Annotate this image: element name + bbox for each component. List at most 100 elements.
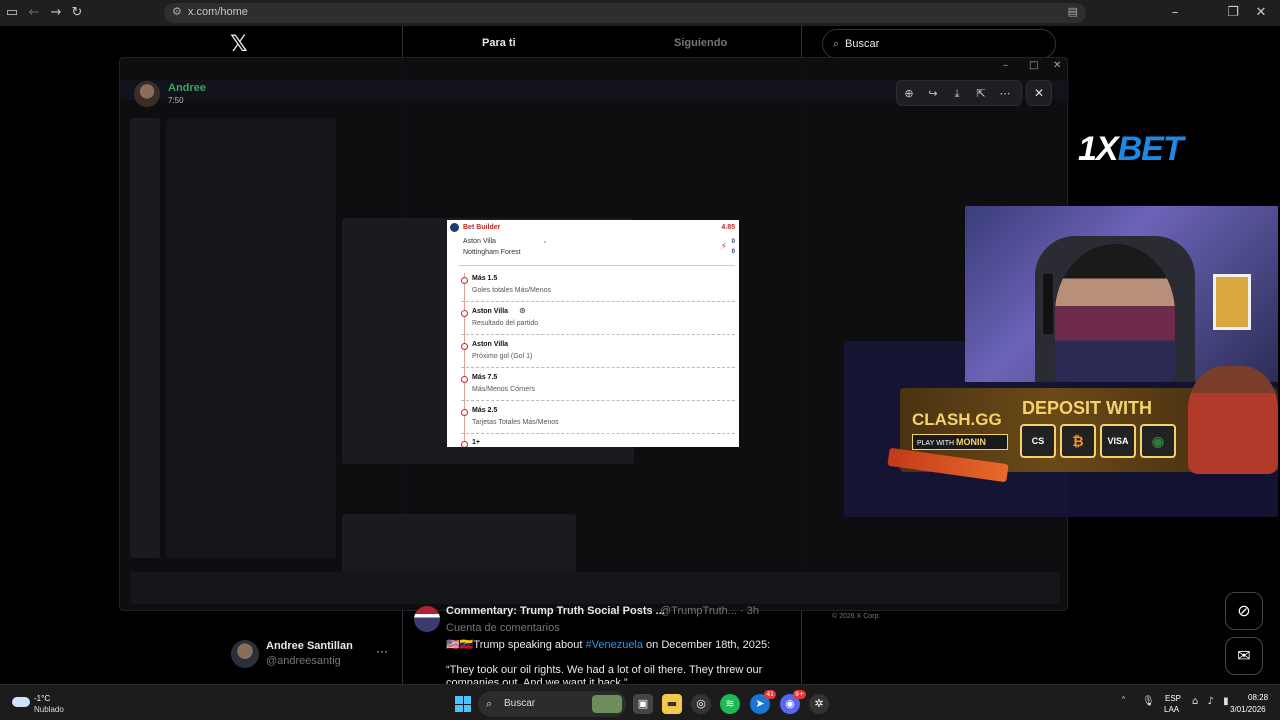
bet-title: Bet Builder [463,224,501,231]
selection-pick: Aston Villa [472,341,509,348]
viewer-maximize-icon[interactable]: □ [1029,60,1038,71]
reload-icon[interactable]: ↻ [68,4,86,22]
selection-pick: Más 1.5 [472,275,498,282]
forward-icon[interactable]: → [47,4,65,22]
taskbar-search-label: Buscar [504,698,536,709]
chevron-up-icon: ˄ [543,241,547,249]
share-icon[interactable]: ↪ [925,86,941,102]
close-icon[interactable]: ✕ [1026,80,1052,106]
zoom-icon[interactable]: ⊕ [901,86,917,102]
selection-pick: Más 2.5 [472,407,498,414]
bet-selection: Más 7.5 Más/Menos Córners [461,369,735,401]
clock-time[interactable]: 08:28 [1248,693,1268,702]
deposit-heading: DEPOSIT WITH [1022,398,1152,418]
webcam-feed [965,206,1278,382]
copyright: © 2026 X Corp. [832,613,881,620]
back-icon[interactable]: ← [25,4,43,22]
grok-icon[interactable]: ⊘ [1225,592,1263,630]
play-with-badge: PLAY WITH MONIN [912,434,1008,450]
selection-pick: Aston Villa [472,308,509,315]
cs-payment-icon: CS [1020,424,1056,458]
site-info-icon[interactable]: ⚙ [172,5,182,18]
bet-selection: 1+ [461,434,735,447]
post-text-suffix: on December 18th, 2025: [643,639,771,651]
post-text-prefix: 🇺🇸🇻🇪Trump speaking about [446,639,586,651]
selection-market: Resultado del partido [472,320,539,327]
xbet-prefix: 1X [1078,130,1119,168]
mail-icon[interactable]: ✉ [1225,637,1263,675]
avatar[interactable] [134,81,160,107]
visa-icon: VISA [1100,424,1136,458]
task-view-icon[interactable]: ▣ [633,694,653,714]
weather-temp[interactable]: -1°C [34,694,50,703]
close-window-icon[interactable]: ✕ [1252,4,1270,22]
bitcoin-icon: ₿ [1060,424,1096,458]
minimize-icon[interactable]: – [1166,4,1184,22]
xbet-logo: 1XBET [1078,130,1184,169]
play-with-name: MONIN [956,437,987,447]
tab-para-ti[interactable]: Para ti [482,37,516,49]
sidebar-toggle-icon[interactable]: ▭ [3,4,21,22]
away-score: 0 [731,249,735,255]
football-icon [450,223,459,232]
language-indicator[interactable]: ESP [1165,694,1181,703]
post-text-line-1: 🇺🇸🇻🇪Trump speaking about #Venezuela on D… [446,638,770,651]
taskbar-search[interactable]: ⌕ Buscar [478,691,626,717]
media-toolbar: ⊕ ↪ ⤓ ⇱ ⋯ [896,80,1022,106]
weather-desc[interactable]: Nublado [34,705,64,714]
url-text[interactable]: x.com/home [188,6,248,18]
address-bar[interactable]: ⚙ x.com/home ▤ [164,3,1086,23]
selection-market: Próximo gol (Gol 1) [472,353,533,360]
post-text-line-3: companies out. And we want it back.” [446,677,628,684]
selection-market: Más/Menos Córners [472,386,536,393]
selection-market: Goles totales Más/Menos [472,287,551,294]
x-logo-icon[interactable]: 𝕏 [230,32,248,57]
post-author[interactable]: Commentary: Trump Truth Social Posts ... [446,605,665,617]
post-avatar[interactable] [414,606,440,632]
download-icon[interactable]: ⤓ [949,86,965,102]
character-image [1188,366,1278,474]
tab-siguiendo[interactable]: Siguiendo [674,37,727,49]
clock-date[interactable]: 3/01/2026 [1230,705,1266,714]
sender-name[interactable]: Andree [168,82,206,94]
gem-icon: ◉ [1140,424,1176,458]
windows-start-icon[interactable] [455,696,471,712]
bet-selection: Más 2.5 Tarjetas Totales Más/Menos [461,402,735,434]
spotify-icon[interactable]: ≋ [720,694,740,714]
telegram-icon[interactable]: ➤ 41 [750,690,776,714]
keyboard-layout[interactable]: LAA [1164,705,1179,714]
system-tray-icons[interactable]: ⌂ ♪ ▮ [1192,696,1232,707]
viewer-window-close-icon[interactable]: ✕ [1053,60,1061,71]
account-more-icon[interactable]: ··· [376,644,388,658]
search-input[interactable]: ⌕ Buscar [822,29,1056,59]
bet-builder-image: Bet Builder 4.85 Aston Villa Nottingham … [447,220,739,447]
microphone-icon[interactable]: 🎙 [1142,696,1155,707]
sender-time: 7:50 [168,96,184,105]
maximize-icon[interactable]: ❐ [1224,4,1242,22]
discord-icon[interactable]: ◉ 9+ [780,690,806,714]
reader-mode-icon[interactable]: ▤ [1068,5,1078,18]
cloud-icon[interactable] [12,697,30,707]
viewer-minimize-icon[interactable]: – [1003,60,1008,71]
football-icon: ⊛ [519,306,526,315]
search-icon: ⌕ [833,37,840,50]
account-avatar[interactable] [231,640,259,668]
chrome-icon[interactable]: ◎ [691,694,711,714]
app-icon[interactable]: ✲ [809,694,829,714]
post-text-line-2: “They took our oil rights. We had a lot … [446,664,763,676]
selection-pick: Más 7.5 [472,374,498,381]
more-icon[interactable]: ⋯ [997,86,1013,102]
bet-selection: Más 1.5 Goles totales Más/Menos [461,270,735,302]
home-score: 0 [731,239,735,245]
xbet-suffix: BET [1117,130,1184,168]
hashtag-link[interactable]: #Venezuela [586,639,644,651]
account-handle[interactable]: @andreesantig [266,655,341,667]
open-external-icon[interactable]: ⇱ [973,86,989,102]
chevron-up-icon[interactable]: ˄ [1121,696,1126,707]
search-icon: ⌕ [486,697,493,710]
account-name[interactable]: Andree Santillan [266,640,353,652]
home-team: Aston Villa [463,238,496,245]
file-explorer-icon[interactable]: ▬ [662,694,682,714]
post-handle[interactable]: @TrumpTruth... · 3h [660,605,759,617]
notification-badge: 41 [764,690,776,699]
